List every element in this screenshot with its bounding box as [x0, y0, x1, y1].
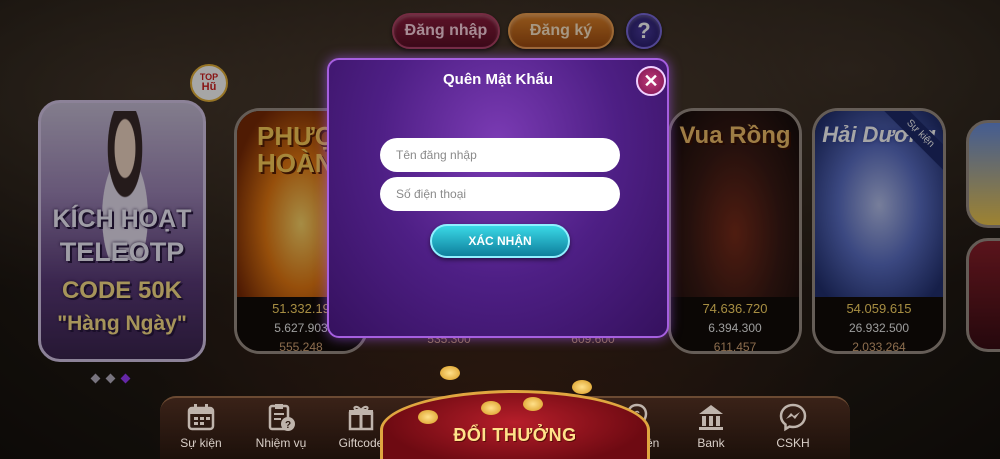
nav-label: Nhiệm vụ	[255, 436, 307, 450]
svg-text:?: ?	[285, 420, 291, 431]
bank-icon	[693, 400, 729, 434]
nav-label: Bank	[697, 436, 725, 450]
nav-cskh[interactable]: CSKH	[756, 398, 830, 458]
username-input[interactable]	[380, 138, 620, 172]
nav-nhiem-vu[interactable]: ? Nhiệm vụ	[244, 398, 318, 458]
coin-icon	[481, 401, 501, 415]
coin-icon	[523, 397, 543, 411]
redeem-label: ĐỔI THƯỞNG	[453, 425, 577, 445]
clipboard-question-icon: ?	[263, 400, 299, 434]
coin-icon	[440, 366, 460, 380]
phone-input[interactable]	[380, 177, 620, 211]
calendar-icon	[183, 400, 219, 434]
dialog-title: Quên Mật Khẩu	[442, 71, 553, 88]
forgot-password-dialog: Quên Mật Khẩu ✕ XÁC NHẬN	[327, 58, 669, 338]
nav-label: Sự kiện	[180, 436, 222, 450]
nav-su-kien[interactable]: Sự kiện	[164, 398, 238, 458]
messenger-icon	[775, 400, 811, 434]
close-button[interactable]: ✕	[636, 66, 666, 96]
gift-icon	[343, 400, 379, 434]
nav-label: CSKH	[776, 436, 810, 450]
coin-icon	[418, 410, 438, 424]
coin-icon	[572, 380, 592, 394]
confirm-button[interactable]: XÁC NHẬN	[430, 224, 570, 258]
nav-bank[interactable]: Bank	[674, 398, 748, 458]
close-icon: ✕	[643, 70, 659, 91]
